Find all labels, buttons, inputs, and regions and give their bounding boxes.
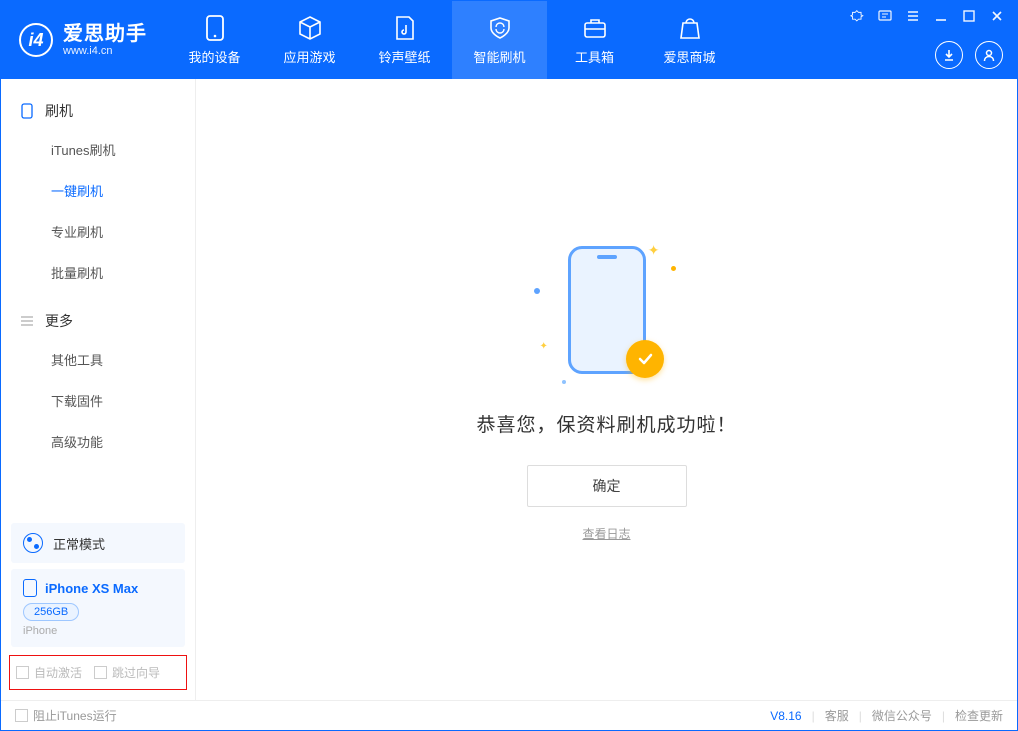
checkbox-skip-guide[interactable]: 跳过向导 xyxy=(94,664,160,681)
app-name-en: www.i4.cn xyxy=(63,45,147,57)
main-content: ✦ ✦ 恭喜您，保资料刷机成功啦！ 确定 查看日志 xyxy=(196,79,1017,700)
sidebar-menu: 刷机 iTunes刷机 一键刷机 专业刷机 批量刷机 更多 其他工具 下载固件 … xyxy=(1,79,195,517)
menu-icon[interactable] xyxy=(903,7,923,25)
nav-smart-flash[interactable]: 智能刷机 xyxy=(452,1,547,79)
cube-icon xyxy=(297,15,323,41)
check-badge-icon xyxy=(626,340,664,378)
separator: | xyxy=(859,709,862,723)
device-name: iPhone XS Max xyxy=(45,581,138,596)
sidebar-item-oneclick-flash[interactable]: 一键刷机 xyxy=(1,170,195,211)
sidebar: 刷机 iTunes刷机 一键刷机 专业刷机 批量刷机 更多 其他工具 下载固件 … xyxy=(1,79,196,700)
separator: | xyxy=(942,709,945,723)
separator: | xyxy=(812,709,815,723)
sparkle-icon: ✦ xyxy=(540,341,548,352)
close-button[interactable] xyxy=(987,7,1007,25)
device-info-box[interactable]: iPhone XS Max 256GB iPhone xyxy=(11,569,185,647)
nav-label: 我的设备 xyxy=(188,47,240,66)
app-body: 刷机 iTunes刷机 一键刷机 专业刷机 批量刷机 更多 其他工具 下载固件 … xyxy=(1,79,1017,700)
download-button[interactable] xyxy=(935,41,963,69)
device-phone-icon xyxy=(23,579,37,597)
sidebar-group-flash: 刷机 xyxy=(1,93,195,129)
nav-label: 智能刷机 xyxy=(473,47,525,66)
sidebar-item-pro-flash[interactable]: 专业刷机 xyxy=(1,211,195,252)
minimize-button[interactable] xyxy=(931,7,951,25)
sidebar-bottom: 正常模式 iPhone XS Max 256GB iPhone 自动激活 跳过向… xyxy=(1,517,195,700)
checkbox-label: 自动激活 xyxy=(34,664,82,681)
sidebar-item-advanced[interactable]: 高级功能 xyxy=(1,421,195,462)
sidebar-item-batch-flash[interactable]: 批量刷机 xyxy=(1,252,195,293)
shopping-bag-icon xyxy=(677,15,703,41)
checkbox-icon xyxy=(94,666,107,679)
nav-my-device[interactable]: 我的设备 xyxy=(167,1,262,79)
checkbox-icon xyxy=(16,666,29,679)
mode-label: 正常模式 xyxy=(53,534,105,553)
toolbox-icon xyxy=(582,15,608,41)
device-mode-box[interactable]: 正常模式 xyxy=(11,523,185,563)
nav-ringtone-wallpaper[interactable]: 铃声壁纸 xyxy=(357,1,452,79)
wechat-link[interactable]: 微信公众号 xyxy=(872,707,932,724)
logo-text: 爱思助手 www.i4.cn xyxy=(63,23,147,57)
phone-icon xyxy=(202,15,228,41)
checkbox-label: 跳过向导 xyxy=(112,664,160,681)
nav-apps-games[interactable]: 应用游戏 xyxy=(262,1,357,79)
top-nav: 我的设备 应用游戏 铃声壁纸 智能刷机 工具箱 爱思商城 xyxy=(167,1,737,79)
device-name-row: iPhone XS Max xyxy=(23,579,173,597)
music-file-icon xyxy=(392,15,418,41)
user-account-button[interactable] xyxy=(975,41,1003,69)
dot-icon xyxy=(534,288,540,294)
sidebar-item-other-tools[interactable]: 其他工具 xyxy=(1,339,195,380)
dot-icon xyxy=(562,380,566,384)
footer-right: V8.16 | 客服 | 微信公众号 | 检查更新 xyxy=(770,707,1003,724)
app-name-cn: 爱思助手 xyxy=(63,23,147,45)
feedback-icon[interactable] xyxy=(875,7,895,25)
status-bar: 阻止iTunes运行 V8.16 | 客服 | 微信公众号 | 检查更新 xyxy=(1,700,1017,730)
nav-label: 工具箱 xyxy=(575,47,614,66)
nav-label: 铃声壁纸 xyxy=(378,47,430,66)
success-message: 恭喜您，保资料刷机成功啦！ xyxy=(476,410,736,437)
view-log-link[interactable]: 查看日志 xyxy=(582,525,630,542)
dot-icon xyxy=(671,266,676,271)
flash-options-highlight: 自动激活 跳过向导 xyxy=(9,655,187,690)
footer-left: 阻止iTunes运行 xyxy=(15,707,117,724)
sidebar-item-itunes-flash[interactable]: iTunes刷机 xyxy=(1,129,195,170)
mode-icon xyxy=(23,533,43,553)
checkbox-auto-activate[interactable]: 自动激活 xyxy=(16,664,82,681)
logo-icon: i4 xyxy=(19,23,53,57)
more-lines-icon xyxy=(19,313,35,329)
ok-button[interactable]: 确定 xyxy=(527,465,687,507)
nav-toolbox[interactable]: 工具箱 xyxy=(547,1,642,79)
maximize-button[interactable] xyxy=(959,7,979,25)
version-label: V8.16 xyxy=(770,709,801,723)
nav-label: 爱思商城 xyxy=(663,47,715,66)
nav-label: 应用游戏 xyxy=(283,47,335,66)
group-title-label: 刷机 xyxy=(45,101,73,121)
theme-icon[interactable] xyxy=(847,7,867,25)
customer-service-link[interactable]: 客服 xyxy=(825,707,849,724)
header-actions xyxy=(935,41,1003,69)
sidebar-item-download-firmware[interactable]: 下载固件 xyxy=(1,380,195,421)
sidebar-group-more: 更多 xyxy=(1,303,195,339)
group-title-label: 更多 xyxy=(45,311,73,331)
checkbox-block-itunes[interactable]: 阻止iTunes运行 xyxy=(15,707,117,724)
phone-small-icon xyxy=(19,103,35,119)
refresh-shield-icon xyxy=(487,15,513,41)
check-update-link[interactable]: 检查更新 xyxy=(955,707,1003,724)
device-storage-badge: 256GB xyxy=(23,603,79,621)
app-header: i4 爱思助手 www.i4.cn 我的设备 应用游戏 铃声壁纸 智能刷机 工具… xyxy=(1,1,1017,79)
device-type: iPhone xyxy=(23,625,173,637)
window-controls xyxy=(847,7,1007,25)
checkbox-label: 阻止iTunes运行 xyxy=(33,707,117,724)
logo-area: i4 爱思助手 www.i4.cn xyxy=(1,1,167,79)
checkbox-icon xyxy=(15,709,28,722)
nav-store[interactable]: 爱思商城 xyxy=(642,1,737,79)
success-illustration: ✦ ✦ xyxy=(522,238,692,388)
sparkle-icon: ✦ xyxy=(648,242,660,259)
